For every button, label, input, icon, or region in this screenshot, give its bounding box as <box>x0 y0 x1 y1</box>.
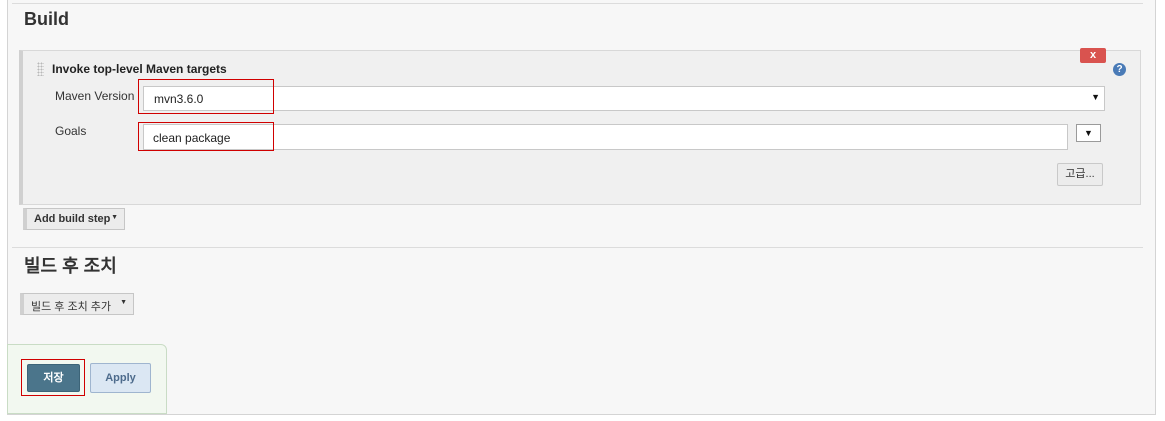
goals-expand-button[interactable]: ▼ <box>1076 124 1101 142</box>
section-divider <box>12 247 1143 248</box>
goals-label: Goals <box>55 124 87 138</box>
caret-down-icon: ▼ <box>120 299 127 306</box>
add-build-step-button[interactable]: Add build step ▼ <box>23 208 125 230</box>
advanced-button[interactable]: 고급... <box>1057 163 1103 186</box>
highlight-save <box>21 359 85 396</box>
add-post-build-action-button[interactable]: 빌드 후 조치 추가 ▼ <box>20 293 134 315</box>
highlight-maven-version <box>138 79 274 114</box>
post-build-section-title: 빌드 후 조치 <box>24 256 117 276</box>
add-build-step-label: Add build step <box>34 213 111 225</box>
apply-button[interactable]: Apply <box>90 363 151 393</box>
build-section-title: Build <box>24 9 69 29</box>
add-post-build-action-label: 빌드 후 조치 추가 <box>31 301 112 313</box>
section-divider-top <box>12 3 1143 4</box>
maven-version-label: Maven Version <box>55 89 135 103</box>
caret-down-icon: ▼ <box>111 214 118 221</box>
highlight-goals <box>138 122 274 151</box>
drag-handle-icon[interactable] <box>37 62 44 76</box>
goals-input[interactable]: clean package <box>143 124 1068 150</box>
help-icon[interactable]: ? <box>1113 63 1126 76</box>
maven-version-select[interactable]: mvn3.6.0 ▼ <box>143 86 1105 111</box>
delete-step-button[interactable]: x <box>1080 48 1106 63</box>
build-step-title: Invoke top-level Maven targets <box>52 62 227 76</box>
select-arrow-icon: ▼ <box>1091 92 1100 102</box>
